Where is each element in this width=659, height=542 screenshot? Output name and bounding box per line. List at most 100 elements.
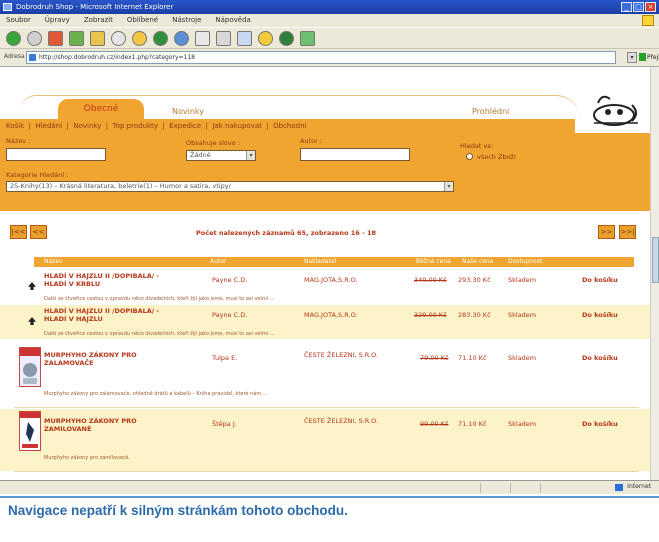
product-author: Štěpa J. (212, 420, 237, 428)
category-select[interactable]: 25-Knihy(13) – Krásná literatura, beletr… (6, 181, 454, 192)
home-icon[interactable] (90, 30, 105, 46)
col-title: Název (44, 258, 63, 265)
nav-item-novinky[interactable]: Novinky (73, 122, 101, 130)
nav-item-jak-nakupovat[interactable]: Jak nakupovat (212, 122, 262, 130)
address-dropdown-icon[interactable]: ▾ (627, 52, 637, 63)
vertical-scrollbar[interactable] (650, 67, 659, 480)
search-icon[interactable] (111, 30, 126, 46)
go-button[interactable]: Přejít (639, 52, 659, 63)
scrollbar-thumb[interactable] (652, 237, 659, 283)
table-row: MURPHYHO ZÁKONY PRO ZAMILOVANÉ Štěpa J. … (0, 409, 650, 471)
caption-rule (0, 496, 659, 498)
tags-select[interactable]: Žádné ▾ (186, 150, 256, 161)
product-price: 71.10 Kč (458, 420, 487, 428)
product-title[interactable]: HLADÍ V HAJZLU II /DOPIBALA/ - HLADÍ V K… (44, 272, 174, 288)
status-divider (480, 483, 481, 493)
table-row: HLADÍ V HAJZLU II /DOPIBALA/ - HLADÍ V H… (0, 305, 650, 339)
page-viewport: Obecné Novinky Prohlédni Košík | Hledání… (0, 67, 650, 480)
product-old-price: 329.00 Kč (414, 311, 447, 319)
menu-bar: Soubor Úpravy Zobrazit Oblíbené Nástroje… (0, 14, 659, 27)
scope-radio[interactable] (466, 153, 473, 160)
pager-next-button[interactable]: >> (598, 225, 615, 239)
windows-flag-icon (642, 15, 654, 26)
product-description: Murphyho zákony pro zalamovače, ohledně … (44, 391, 268, 397)
folder-icon[interactable] (258, 30, 273, 46)
status-bar: Internet (0, 480, 659, 494)
add-to-cart-button[interactable]: Do košíku (582, 354, 618, 362)
title-input[interactable] (6, 148, 106, 161)
pager-last-button[interactable]: >>| (619, 225, 636, 239)
author-input[interactable] (300, 148, 410, 161)
product-publisher: ČESTE ŽELEZNI, S.R.O. (304, 417, 379, 425)
scope-option-label: všech Zboží (477, 153, 516, 161)
product-old-price: 340.00 Kč (414, 276, 447, 284)
print-icon[interactable] (216, 30, 231, 46)
menu-tools[interactable]: Nástroje (172, 14, 201, 27)
pager: |<< << Počet nalezených záznamů 65, zobr… (0, 219, 650, 245)
product-availability: Skladem (508, 276, 537, 284)
tags-label: Obsahuje slovo : (186, 139, 240, 147)
back-icon[interactable] (6, 30, 21, 46)
status-divider (510, 483, 511, 493)
standard-toolbar (0, 27, 659, 49)
book-cover-thumbnail[interactable] (19, 411, 41, 451)
maximize-button[interactable]: □ (633, 2, 644, 12)
product-title[interactable]: MURPHYHO ZÁKONY PRO ZALAMOVAČE (44, 351, 174, 367)
pager-first-button[interactable]: |<< (10, 225, 27, 239)
product-title[interactable]: HLADÍ V HAJZLU II /DOPIBALA/ - HLADÍ V H… (44, 307, 174, 323)
close-button[interactable]: × (645, 2, 656, 12)
nav-item-top-produkty[interactable]: Top produkty (113, 122, 158, 130)
address-input[interactable]: http://shop.dobrodruh.cz/index1.php?cate… (26, 51, 616, 64)
row-divider (14, 471, 639, 472)
menu-favorites[interactable]: Oblíbené (127, 14, 158, 27)
forward-icon[interactable] (27, 30, 42, 46)
scope-label: Hledat ve: (460, 142, 494, 150)
add-to-cart-button[interactable]: Do košíku (582, 420, 618, 428)
messenger-icon[interactable] (279, 30, 294, 46)
pager-status: Počet nalezených záznamů 65, zobrazeno 1… (196, 229, 377, 237)
tab-prohledni[interactable]: Prohlédni (472, 107, 509, 116)
arrow-bullet-icon (28, 282, 36, 290)
menu-file[interactable]: Soubor (6, 14, 31, 27)
product-title[interactable]: MURPHYHO ZÁKONY PRO ZAMILOVANÉ (44, 417, 174, 433)
status-divider (540, 483, 541, 493)
product-old-price: 99.00 Kč (420, 420, 449, 428)
nav-item-expedice[interactable]: Expedice (169, 122, 201, 130)
menu-view[interactable]: Zobrazit (84, 14, 113, 27)
arrow-bullet-icon (28, 317, 36, 325)
nav-item-kosik[interactable]: Košík (6, 122, 24, 130)
product-price: 283.30 Kč (458, 311, 491, 319)
book-cover-thumbnail[interactable] (19, 347, 41, 387)
media-icon[interactable] (153, 30, 168, 46)
chevron-down-icon: ▾ (444, 182, 453, 191)
product-description: Murphyho zákony pro zamilované. (44, 455, 130, 461)
address-bar: Adresa http://shop.dobrodruh.cz/index1.p… (0, 49, 659, 67)
pager-prev-button[interactable]: << (30, 225, 47, 239)
msn-icon[interactable] (300, 30, 315, 46)
edit-icon[interactable] (237, 30, 252, 46)
search-form: Název : Obsahuje slovo : Žádné ▾ Autor : … (0, 133, 650, 211)
product-author: Tulpa E. (212, 354, 238, 362)
history-icon[interactable] (174, 30, 189, 46)
product-description: Další ze čtveřice cestou v opravdu něco … (44, 296, 275, 302)
tab-novinky[interactable]: Novinky (172, 107, 204, 116)
product-old-price: 79.00 Kč (420, 354, 449, 362)
col-price: Naše cena (462, 258, 494, 265)
refresh-icon[interactable] (69, 30, 84, 46)
row-divider (14, 407, 639, 408)
add-to-cart-button[interactable]: Do košíku (582, 311, 618, 319)
col-availability: Dostupnost (508, 258, 543, 265)
book-cover-image (20, 412, 40, 448)
add-to-cart-button[interactable]: Do košíku (582, 276, 618, 284)
menu-edit[interactable]: Úpravy (45, 14, 70, 27)
tab-obecne[interactable]: Obecné (58, 99, 144, 119)
favorites-icon[interactable] (132, 30, 147, 46)
menu-help[interactable]: Nápověda (215, 14, 250, 27)
chevron-down-icon: ▾ (246, 151, 255, 160)
product-author: Payne C.D. (212, 311, 248, 319)
nav-item-obchodni[interactable]: Obchodní (273, 122, 306, 130)
nav-item-hledani[interactable]: Hledání (35, 122, 62, 130)
stop-icon[interactable] (48, 30, 63, 46)
mail-icon[interactable] (195, 30, 210, 46)
minimize-button[interactable]: _ (621, 2, 632, 12)
